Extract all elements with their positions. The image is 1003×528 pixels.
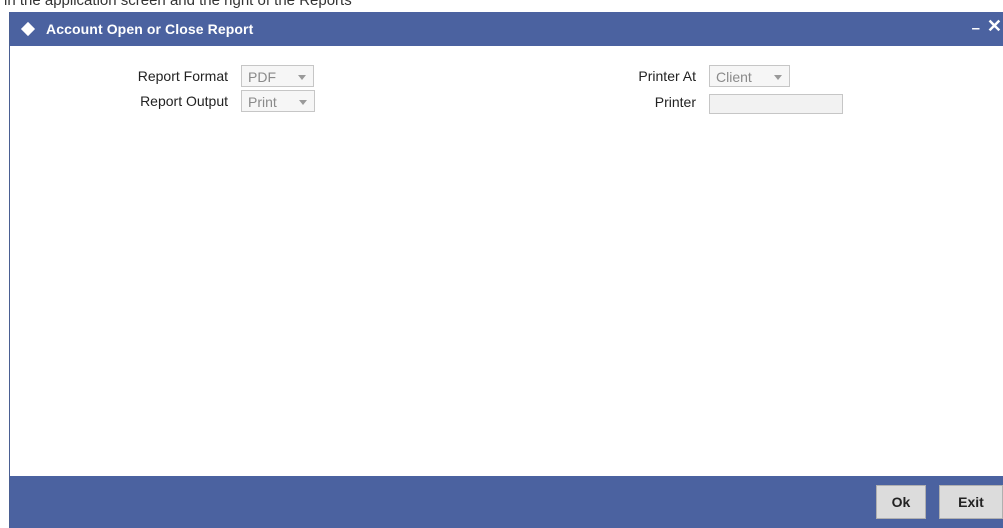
dropdown-arrow-icon — [774, 75, 782, 80]
report-format-select[interactable]: PDF — [241, 65, 314, 87]
titlebar: Account Open or Close Report – ✕ — [10, 12, 1003, 46]
printer-field[interactable] — [709, 94, 843, 114]
background-caption-strip: in the application screen and the right … — [0, 0, 1003, 12]
report-output-value: Print — [248, 94, 277, 110]
printer-at-value: Client — [716, 69, 752, 85]
report-format-value: PDF — [248, 69, 276, 85]
footer-bar: Ok Exit — [10, 476, 1003, 528]
exit-button[interactable]: Exit — [939, 485, 1003, 519]
window-title: Account Open or Close Report — [46, 21, 254, 37]
ok-button[interactable]: Ok — [876, 485, 926, 519]
background-caption: in the application screen and the right … — [4, 0, 352, 9]
report-window: Account Open or Close Report – ✕ Report … — [9, 12, 1003, 528]
report-output-select[interactable]: Print — [241, 90, 315, 112]
dropdown-arrow-icon — [299, 100, 307, 105]
report-format-label: Report Format — [137, 68, 228, 84]
report-output-label: Report Output — [140, 93, 228, 109]
dropdown-arrow-icon — [298, 75, 306, 80]
printer-at-select[interactable]: Client — [709, 65, 790, 87]
minimize-icon[interactable]: – — [972, 21, 980, 37]
diamond-icon — [20, 21, 36, 37]
printer-label: Printer — [654, 94, 696, 110]
close-icon[interactable]: ✕ — [987, 17, 1002, 35]
printer-at-label: Printer At — [638, 68, 696, 84]
